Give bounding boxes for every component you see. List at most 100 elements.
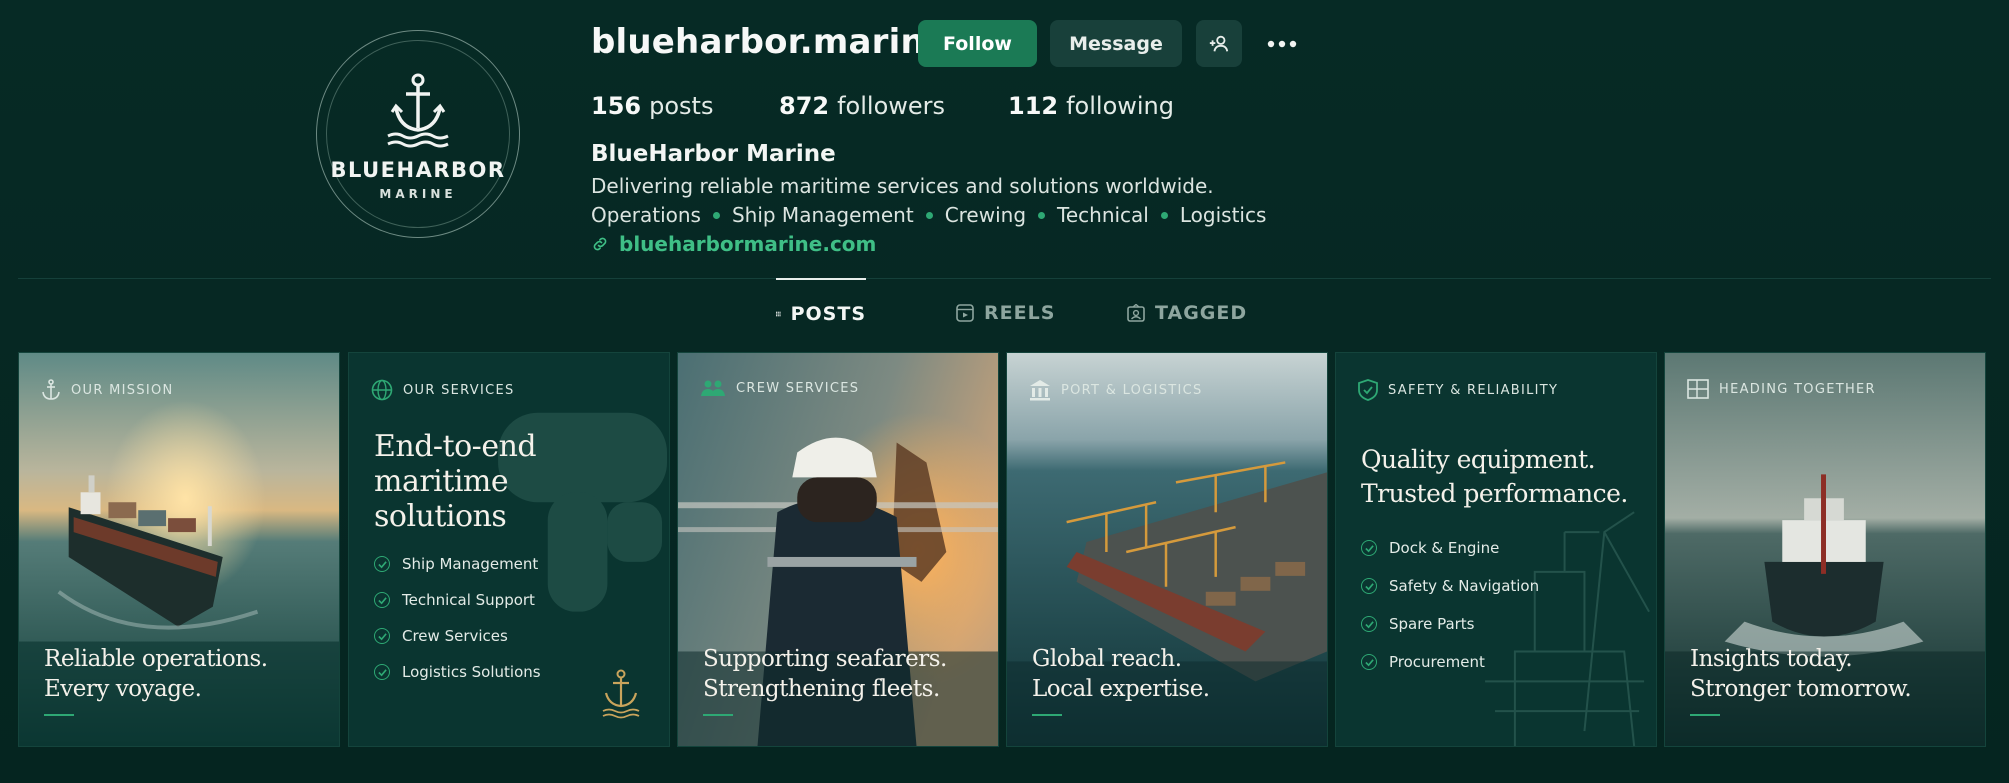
anchor-icon (42, 379, 60, 400)
checklist-item: Dock & Engine (1361, 539, 1539, 557)
bio-tags: Operations Ship Management Crewing Techn… (591, 203, 1266, 227)
caption-line: Supporting seafarers. (703, 646, 947, 672)
bio-website-link[interactable]: blueharbormarine.com (591, 232, 876, 256)
check-icon (374, 592, 390, 608)
post-label: SAFETY & RELIABILITY (1358, 379, 1558, 401)
checklist-item: Safety & Navigation (1361, 577, 1539, 595)
profile-stats: 156 posts 872 followers 112 following (591, 92, 1174, 120)
avatar-brand-text: BLUEHARBOR (330, 157, 506, 182)
caption-accent-rule (1690, 714, 1720, 716)
checklist-item-text: Safety & Navigation (1389, 577, 1540, 595)
tagged-icon (1127, 304, 1145, 322)
suggest-user-button[interactable] (1196, 20, 1242, 67)
check-icon (374, 556, 390, 572)
caption-line: Reliable operations. (44, 646, 268, 672)
post-label: CREW SERVICES (700, 379, 859, 397)
caption-line: Every voyage. (44, 676, 202, 702)
checklist-item-text: Crew Services (402, 627, 508, 645)
avatar[interactable]: BLUEHARBOR MARINE (316, 30, 520, 238)
post-label-text: OUR MISSION (71, 382, 174, 398)
checklist-item-text: Logistics Solutions (402, 663, 541, 681)
tag-separator-dot (1160, 211, 1168, 219)
followers-stat[interactable]: 872 followers (779, 92, 1008, 120)
heading-line: maritime (374, 464, 509, 499)
tag-separator-dot (712, 211, 720, 219)
check-icon (374, 664, 390, 680)
posts-grid: OUR MISSION Reliable operations. Every v… (18, 352, 1986, 747)
tab-reels-label: REELS (984, 302, 1056, 324)
caption-line: Global reach. (1032, 646, 1182, 672)
more-dots-icon (1267, 40, 1297, 47)
check-icon (1361, 654, 1377, 670)
check-icon (1361, 616, 1377, 632)
grid-icon (776, 311, 781, 317)
bio-link-text: blueharbormarine.com (619, 232, 877, 256)
post-label-text: OUR SERVICES (403, 382, 515, 398)
bio-tag: Ship Management (731, 203, 914, 227)
tab-posts-label: POSTS (790, 303, 866, 325)
post-tile-safety-reliability[interactable]: SAFETY & RELIABILITY Quality equipment. … (1335, 352, 1657, 747)
gold-anchor-icon (602, 669, 640, 719)
people-icon (701, 380, 725, 396)
profile-tabs: POSTS REELS TAGGED (0, 278, 2009, 348)
check-icon (1361, 578, 1377, 594)
bio-tag: Logistics (1179, 203, 1267, 227)
post-label: OUR MISSION (41, 379, 174, 401)
avatar-logo: BLUEHARBOR MARINE (326, 40, 510, 228)
heading-line: solutions (374, 499, 507, 534)
add-person-icon (1209, 35, 1229, 52)
more-options-button[interactable] (1260, 20, 1304, 67)
message-button[interactable]: Message (1050, 20, 1182, 67)
post-tile-heading-together[interactable]: HEADING TOGETHER Insights today. Stronge… (1664, 352, 1986, 747)
building-icon (1030, 380, 1050, 401)
post-caption: Reliable operations. Every voyage. (44, 644, 268, 704)
checklist-item: Crew Services (374, 627, 541, 645)
post-caption: Supporting seafarers. Strengthening flee… (703, 644, 947, 704)
post-caption: Insights today. Stronger tomorrow. (1690, 644, 1912, 704)
tab-tagged[interactable]: TAGGED (1127, 278, 1247, 348)
tag-separator-dot (925, 211, 933, 219)
caption-accent-rule (703, 714, 733, 716)
checklist-item-text: Dock & Engine (1389, 539, 1500, 557)
following-stat[interactable]: 112 following (1008, 92, 1174, 120)
post-label: PORT & LOGISTICS (1029, 379, 1203, 401)
post-label-text: SAFETY & RELIABILITY (1388, 382, 1559, 398)
heading-line: Quality equipment. (1361, 445, 1596, 474)
caption-line: Insights today. (1690, 646, 1853, 672)
checklist-item: Procurement (1361, 653, 1539, 671)
layout-icon (1687, 379, 1709, 399)
tab-reels[interactable]: REELS (956, 278, 1055, 348)
post-label: OUR SERVICES (371, 379, 515, 401)
post-label-text: HEADING TOGETHER (1719, 381, 1876, 397)
post-tile-crew-services[interactable]: CREW SERVICES Supporting seafarers. Stre… (677, 352, 999, 747)
tab-posts[interactable]: POSTS (776, 278, 866, 348)
post-label-text: CREW SERVICES (736, 380, 860, 396)
profile-username: blueharbor.marine (591, 22, 949, 62)
followers-count: 872 (779, 92, 830, 120)
check-icon (374, 628, 390, 644)
bio-tag: Crewing (944, 203, 1027, 227)
caption-accent-rule (44, 714, 74, 716)
checklist-item-text: Technical Support (402, 591, 535, 609)
bio-display-name: BlueHarbor Marine (591, 141, 836, 167)
reels-icon (956, 304, 974, 322)
following-count: 112 (1008, 92, 1059, 120)
post-tile-our-services[interactable]: OUR SERVICES End-to-end maritime solutio… (348, 352, 670, 747)
globe-icon (371, 379, 393, 401)
checklist-item: Technical Support (374, 591, 541, 609)
avatar-sub-text: MARINE (379, 186, 457, 201)
heading-line: Trusted performance. (1361, 479, 1628, 508)
checklist-item-text: Procurement (1389, 653, 1485, 671)
follow-button[interactable]: Follow (918, 20, 1037, 67)
post-tile-our-mission[interactable]: OUR MISSION Reliable operations. Every v… (18, 352, 340, 747)
tab-tagged-label: TAGGED (1155, 302, 1248, 324)
posts-count: 156 (591, 92, 642, 120)
post-tile-port-logistics[interactable]: PORT & LOGISTICS Global reach. Local exp… (1006, 352, 1328, 747)
heading-line: End-to-end (374, 429, 537, 464)
followers-label: followers (837, 92, 946, 120)
caption-line: Stronger tomorrow. (1690, 676, 1912, 702)
post-label-text: PORT & LOGISTICS (1061, 382, 1203, 398)
posts-label: posts (649, 92, 714, 120)
checklist-item-text: Ship Management (402, 555, 539, 573)
following-label: following (1066, 92, 1175, 120)
